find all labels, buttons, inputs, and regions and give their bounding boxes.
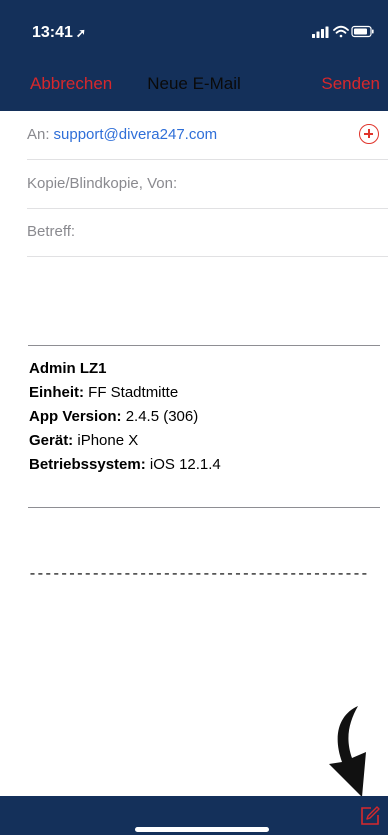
add-contact-icon[interactable]: [359, 124, 379, 144]
subject-field[interactable]: Betreff:: [27, 208, 388, 257]
dash-separator: ----------------------------------------…: [28, 566, 369, 583]
location-arrow-icon: ➚: [75, 26, 86, 40]
to-label: An:: [27, 126, 50, 143]
info-line-app-version: App Version: 2.4.5 (306): [29, 408, 199, 425]
body-divider-top: [28, 345, 380, 346]
cc-label: Kopie/Blindkopie, Von:: [27, 175, 178, 192]
cc-bcc-from-field[interactable]: Kopie/Blindkopie, Von:: [27, 160, 388, 209]
body-divider-bottom: [28, 507, 380, 508]
info-line-device: Gerät: iPhone X: [29, 432, 139, 449]
message-body[interactable]: Admin LZ1 Einheit: FF Stadtmitte App Ver…: [29, 357, 221, 477]
info-line-os: Betriebssystem: iOS 12.1.4: [29, 456, 221, 473]
info-line-unit: Einheit: FF Stadtmitte: [29, 384, 179, 401]
annotation-arrow-icon: [329, 706, 366, 797]
battery-icon: [351, 25, 374, 38]
send-button[interactable]: Senden: [321, 74, 380, 94]
clock-text: 13:41: [32, 24, 73, 41]
cancel-button[interactable]: Abbrechen: [30, 74, 112, 94]
signal-icon: [312, 26, 329, 38]
sender-name: Admin LZ1: [29, 360, 107, 377]
status-time: 13:41 ➚: [32, 24, 86, 42]
nav-bar: Abbrechen Neue E-Mail Senden: [0, 64, 388, 111]
page-title: Neue E-Mail: [147, 74, 241, 93]
status-bar: 13:41 ➚: [0, 0, 388, 64]
home-indicator[interactable]: [135, 827, 269, 832]
compose-icon[interactable]: [359, 805, 381, 827]
status-icons: [312, 24, 374, 40]
to-recipient[interactable]: support@divera247.com: [54, 126, 218, 143]
to-field[interactable]: An: support@divera247.com: [27, 111, 388, 160]
subject-label: Betreff:: [27, 223, 76, 240]
wifi-icon: [333, 25, 349, 38]
